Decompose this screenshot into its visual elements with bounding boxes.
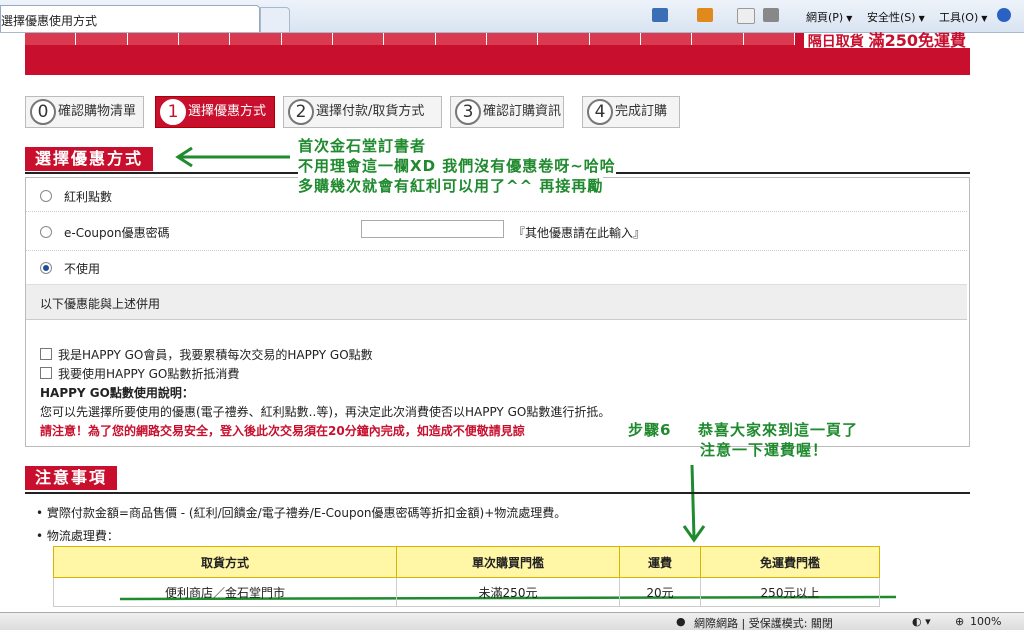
cell-shipping-fee: 20元 — [619, 577, 701, 607]
annotation-arrows — [119, 146, 897, 601]
annotation-shipping-notice: 注意一下運費喔！ — [700, 441, 829, 459]
zoom-level[interactable]: 100% — [970, 615, 1001, 628]
col-shipping-fee: 運費 — [619, 546, 701, 578]
annotation-first-time: 首次金石堂訂書者 — [298, 135, 427, 156]
notice-section-title: 注意事項 — [25, 466, 118, 490]
notice-bullet-fee: • 物流處理費： — [36, 529, 119, 543]
globe-icon: ● — [676, 615, 686, 628]
col-free-shipping: 免運費門檻 — [700, 546, 880, 578]
protected-mode-icon[interactable]: ◐ ▾ — [912, 615, 931, 628]
table-row: 便利商店／金石堂門市 未滿250元 20元 250元以上 — [53, 577, 880, 607]
annotation-congrats: 恭喜大家來到這一頁了 — [698, 421, 859, 439]
cell-threshold: 未滿250元 — [396, 577, 620, 607]
annotation-step6: 步驟6 — [628, 419, 672, 440]
cell-free-shipping: 250元以上 — [700, 577, 880, 607]
annotation-bonus-hint: 多購幾次就會有紅利可以用了^^ 再接再勵 — [298, 175, 604, 196]
col-pickup-method: 取貨方式 — [53, 546, 397, 578]
section-divider — [25, 492, 970, 494]
zoom-icon[interactable]: ⊕ — [955, 615, 964, 628]
browser-status-bar: ● 網際網路 | 受保護模式: 關閉 ◐ ▾ ⊕ 100% — [0, 612, 1024, 630]
shipping-fee-table: 取貨方式 單次購買門檻 運費 免運費門檻 便利商店／金石堂門市 未滿250元 2… — [53, 546, 880, 607]
col-threshold: 單次購買門檻 — [396, 546, 620, 578]
table-header-row: 取貨方式 單次購買門檻 運費 免運費門檻 — [53, 546, 880, 578]
cell-pickup-method: 便利商店／金石堂門市 — [53, 577, 397, 607]
annotation-ignore-section: 不用理會這一欄XD 我們沒有優惠卷呀~哈哈 — [298, 155, 616, 176]
notice-bullet-payment: • 實際付款金額=商品售價 - (紅利/回饋金/電子禮券/E-Coupon優惠密… — [36, 506, 567, 520]
